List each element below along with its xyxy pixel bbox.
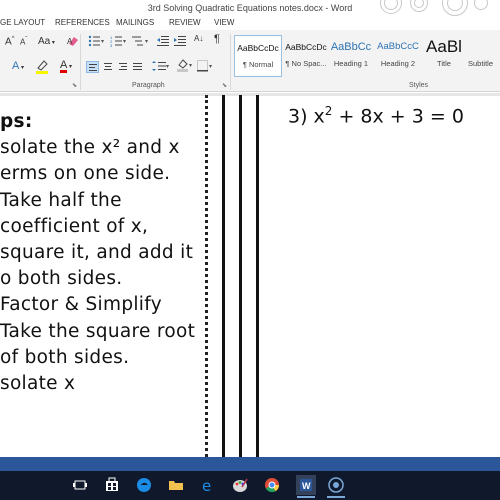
edge-icon[interactable] xyxy=(134,475,154,495)
svg-text:▾: ▾ xyxy=(145,39,148,45)
svg-text:3: 3 xyxy=(110,43,113,47)
window-title: 3rd Solving Quadratic Equations notes.do… xyxy=(147,3,353,13)
steps-line: o both sides. xyxy=(0,268,123,290)
align-center-button[interactable] xyxy=(101,61,114,73)
line-spacing-icon[interactable]: ▾ xyxy=(150,60,172,74)
style-no-spacing[interactable]: AaBbCcDc ¶ No Spac... xyxy=(282,35,330,77)
ribbon-tabs: GE LAYOUT REFERENCES MAILINGS REVIEW VIE… xyxy=(0,16,500,30)
steps-line: erms on one side. xyxy=(0,163,171,185)
steps-line: solate x xyxy=(0,373,76,395)
svg-text:▾: ▾ xyxy=(189,63,192,69)
style-normal[interactable]: AaBbCcDc ¶ Normal xyxy=(234,35,282,77)
steps-line: Take the square root xyxy=(0,320,196,342)
status-bar xyxy=(0,457,500,471)
style-subtitle[interactable]: Subtitle xyxy=(468,35,500,77)
chrome-icon[interactable] xyxy=(262,475,282,495)
task-view-icon[interactable] xyxy=(70,475,90,495)
column-divider xyxy=(256,95,259,457)
steps-line: ps: xyxy=(0,111,33,132)
svg-text:▾: ▾ xyxy=(101,39,104,45)
title-bar: 3rd Solving Quadratic Equations notes.do… xyxy=(0,0,500,16)
font-color-button[interactable]: A ▾ xyxy=(58,59,74,73)
highlight-icon[interactable] xyxy=(32,58,52,76)
multilevel-list-icon[interactable]: ▾ xyxy=(130,35,152,49)
edge-icon[interactable]: e xyxy=(198,475,218,495)
taskbar: e W xyxy=(0,471,500,500)
group-separator xyxy=(230,34,231,90)
steps-line: Take half the xyxy=(0,189,122,211)
justify-button[interactable] xyxy=(131,61,144,73)
svg-text:▾: ▾ xyxy=(166,64,169,70)
group-separator xyxy=(80,34,81,90)
store-icon[interactable] xyxy=(102,475,122,495)
change-case-button[interactable]: Aa ▾ xyxy=(36,36,57,47)
tab-page-layout[interactable]: GE LAYOUT xyxy=(0,18,45,27)
steps-line: Factor & Simplify xyxy=(0,294,162,316)
page-top-edge xyxy=(0,93,500,96)
borders-icon[interactable]: ▾ xyxy=(195,60,217,74)
steps-box-border xyxy=(205,95,208,457)
tab-view[interactable]: VIEW xyxy=(214,18,234,27)
svg-text:▾: ▾ xyxy=(209,64,212,70)
steps-line: of both sides. xyxy=(0,346,130,368)
increase-indent-icon[interactable] xyxy=(172,35,188,49)
paint-icon[interactable] xyxy=(230,475,250,495)
svg-text:W: W xyxy=(302,481,311,491)
svg-text:e: e xyxy=(202,477,211,495)
decrease-indent-icon[interactable] xyxy=(155,35,171,49)
tab-mailings[interactable]: MAILINGS xyxy=(116,18,154,27)
column-divider xyxy=(222,95,225,457)
grow-font-button[interactable]: A^ xyxy=(3,36,17,47)
word-icon[interactable]: W xyxy=(296,475,316,498)
shrink-font-button[interactable]: Aˇ xyxy=(18,37,29,47)
style-heading-1[interactable]: AaBbCc Heading 1 xyxy=(327,35,375,77)
paragraph-group-label: Paragraph xyxy=(132,82,165,89)
column-divider xyxy=(239,95,242,457)
align-right-button[interactable] xyxy=(116,61,129,73)
numbering-icon[interactable]: 1 2 3 ▾ xyxy=(108,35,130,49)
steps-line: square it, and add it xyxy=(0,242,194,264)
style-heading-2[interactable]: AaBbCcC Heading 2 xyxy=(374,35,422,77)
svg-text:A: A xyxy=(67,37,73,46)
align-left-button[interactable] xyxy=(86,61,99,73)
document-area[interactable]: ps: solate the x² and x erms on one side… xyxy=(0,93,500,457)
steps-line: coefficient of x, xyxy=(0,215,149,237)
title-decoration xyxy=(370,0,500,16)
style-title[interactable]: AaBl Title xyxy=(420,35,468,77)
paragraph-dialog-launcher-icon[interactable]: ⬊ xyxy=(222,82,227,89)
steps-line: solate the x² and x xyxy=(0,137,180,159)
text-effects-button[interactable]: A ▾ xyxy=(10,60,26,72)
shading-icon[interactable]: ▾ xyxy=(174,58,196,74)
record-icon[interactable] xyxy=(326,475,346,498)
ribbon: A^ Aˇ Aa ▾ A A ▾ A ▾ ⬊ ▾ 1 2 3 ▾ ▾ A↓ ¶ ▾ xyxy=(0,30,500,92)
equation-problem-3: 3) x2 + 8x + 3 = 0 xyxy=(288,104,464,128)
styles-group-label: Styles xyxy=(409,82,429,89)
show-formatting-button[interactable]: ¶ xyxy=(212,33,222,45)
file-explorer-icon[interactable] xyxy=(166,475,186,495)
font-dialog-launcher-icon[interactable]: ⬊ xyxy=(72,82,77,89)
svg-text:▾: ▾ xyxy=(123,39,126,45)
steps-text: ps: solate the x² and x erms on one side… xyxy=(0,109,210,397)
tab-review[interactable]: REVIEW xyxy=(169,18,201,27)
tab-references[interactable]: REFERENCES xyxy=(55,18,110,27)
bullets-icon[interactable]: ▾ xyxy=(86,35,108,49)
sort-button[interactable]: A↓ xyxy=(192,34,205,43)
